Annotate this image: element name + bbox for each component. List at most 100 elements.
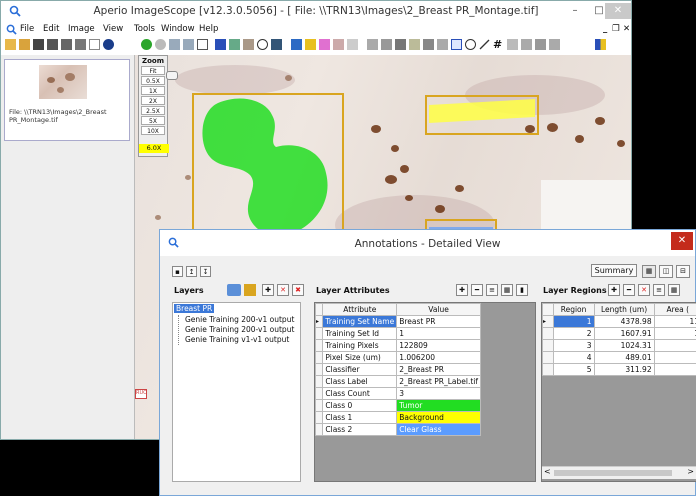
copy-icon[interactable] (535, 39, 546, 50)
attr-value[interactable]: 1 (396, 327, 481, 340)
region-row[interactable]: 4 489.01 (542, 351, 696, 364)
zoom-5x-button[interactable]: 5X (141, 116, 165, 125)
layer-color-icon[interactable] (244, 284, 256, 296)
zoom-2x-button[interactable]: 2X (141, 96, 165, 105)
rectangle-tool-icon[interactable] (451, 39, 462, 50)
scroll-right-button[interactable]: > (687, 467, 694, 476)
attr-row[interactable]: Pixel Size (um) 1.006200 (315, 351, 481, 364)
stop-icon[interactable] (155, 39, 166, 50)
fullscreen-icon[interactable] (271, 39, 282, 50)
zoom-slider-handle[interactable] (166, 71, 178, 80)
attribute-table-icon[interactable]: ▦ (501, 284, 513, 296)
attribute-chart-icon[interactable]: ▮ (516, 284, 528, 296)
add-region-icon[interactable]: ✚ (608, 284, 620, 296)
region-row[interactable]: 3 1024.31 (542, 339, 696, 352)
attr-value[interactable]: Background (396, 411, 481, 424)
region-col-length[interactable]: Length (um) (593, 303, 655, 316)
annotation-region-1[interactable] (192, 93, 344, 243)
scroll-left-button[interactable]: < (544, 467, 551, 476)
go-icon[interactable] (141, 39, 152, 50)
ruler-icon[interactable] (423, 39, 434, 50)
dialog-close-button[interactable]: ✕ (671, 232, 693, 250)
annotation-region-2[interactable] (425, 95, 539, 135)
attr-row[interactable]: Class Count 3 (315, 387, 481, 400)
snapshot-icon[interactable] (243, 39, 254, 50)
delete-region-icon[interactable]: ✕ (638, 284, 650, 296)
eye-icon[interactable] (227, 284, 241, 296)
annotation-arrow-icon[interactable] (305, 39, 316, 50)
ellipse-tool-icon[interactable] (465, 39, 476, 50)
properties-icon[interactable] (75, 39, 86, 50)
thumbnail-card[interactable]: File: \\TRN13\Images\2_Breast PR_Montage… (4, 59, 130, 141)
remove-region-icon[interactable]: ━ (623, 284, 635, 296)
info-icon[interactable] (103, 39, 114, 50)
doc-minimize-button[interactable]: _ (603, 24, 607, 34)
table-icon[interactable] (507, 39, 518, 50)
attribute-list-icon[interactable]: ≡ (486, 284, 498, 296)
view-stack-icon[interactable]: ⊟ (676, 265, 690, 278)
open-folder-icon[interactable] (5, 39, 16, 50)
zoom-10x-button[interactable]: 10X (141, 126, 165, 135)
region-row[interactable]: 5 311.92 (542, 363, 696, 376)
export-icon[interactable]: ↧ (200, 266, 211, 277)
chart-icon[interactable] (521, 39, 532, 50)
eraser-icon[interactable] (347, 39, 358, 50)
pin-icon[interactable] (409, 39, 420, 50)
view-grid-icon[interactable]: ▦ (642, 265, 656, 278)
frame-icon[interactable] (197, 39, 208, 50)
attr-row[interactable]: Training Set Id 1 (315, 327, 481, 340)
attr-value[interactable]: 1.006200 (396, 351, 481, 364)
zoom-fit-button[interactable]: Fit (141, 66, 165, 75)
open-file-icon[interactable] (19, 39, 30, 50)
zoom-2.5x-button[interactable]: 2.5X (141, 106, 165, 115)
hand-icon[interactable] (367, 39, 378, 50)
export-icon[interactable] (61, 39, 72, 50)
attr-value[interactable]: 2_Breast PR_Label.tif (396, 375, 481, 388)
add-attribute-icon[interactable]: ✚ (456, 284, 468, 296)
attr-value[interactable]: 2_Breast PR (396, 363, 481, 376)
attr-row[interactable]: Class Label 2_Breast PR_Label.tif (315, 375, 481, 388)
color-icon[interactable] (595, 39, 606, 50)
zoom-0.5x-button[interactable]: 0.5X (141, 76, 165, 85)
camera-icon[interactable] (33, 39, 44, 50)
summary-button[interactable]: Summary (591, 264, 637, 277)
print-icon[interactable] (47, 39, 58, 50)
attr-row[interactable]: Class 2 Clear Glass (315, 423, 481, 436)
region-list-icon[interactable]: ≡ (653, 284, 665, 296)
menu-image[interactable]: Image (68, 24, 95, 34)
attr-row[interactable]: Class 1 Background (315, 411, 481, 424)
layer-item-genie-2[interactable]: Genie Training 200-v1 output (185, 325, 294, 334)
layer-item-breast-pr[interactable]: Breast PR (174, 304, 215, 313)
scroll-thumb[interactable] (554, 470, 672, 476)
pen-icon[interactable] (333, 39, 344, 50)
remove-attribute-icon[interactable]: ━ (471, 284, 483, 296)
attr-row[interactable]: Classifier 2_Breast PR (315, 363, 481, 376)
region-icon[interactable] (395, 39, 406, 50)
view-split-icon[interactable]: ◫ (659, 265, 673, 278)
regions-horizontal-scrollbar[interactable]: < > (542, 466, 696, 479)
compare-icon[interactable] (229, 39, 240, 50)
menu-file[interactable]: File (20, 24, 34, 34)
menu-window[interactable]: Window (161, 24, 195, 34)
doc-close-button[interactable]: ✕ (623, 24, 630, 34)
arrow-tool-icon[interactable] (479, 39, 490, 50)
region-row[interactable]: 21607.911 (542, 327, 696, 340)
select-icon[interactable] (381, 39, 392, 50)
menu-tools[interactable]: Tools (134, 24, 155, 34)
delete-layer-icon[interactable]: ✕ (277, 284, 289, 296)
attr-value[interactable]: 122809 (396, 339, 481, 352)
import-icon[interactable]: ↥ (186, 266, 197, 277)
edit-annotation-icon[interactable] (291, 39, 302, 50)
attr-row[interactable]: Training Pixels 122809 (315, 339, 481, 352)
add-layer-icon[interactable]: ✚ (262, 284, 274, 296)
layer-item-genie-3[interactable]: Genie Training v1-v1 output (185, 335, 289, 344)
minimize-button[interactable]: – (563, 3, 587, 19)
magnifier-icon[interactable] (257, 39, 268, 50)
attr-value[interactable]: Clear Glass (396, 423, 481, 436)
menu-edit[interactable]: Edit (43, 24, 59, 34)
layer-item-genie-1[interactable]: Genie Training 200-v1 output (185, 315, 294, 324)
close-button[interactable]: ✕ (605, 3, 631, 19)
menu-view[interactable]: View (103, 24, 123, 34)
attr-value[interactable]: 3 (396, 387, 481, 400)
menu-app-icon[interactable] (6, 24, 17, 35)
